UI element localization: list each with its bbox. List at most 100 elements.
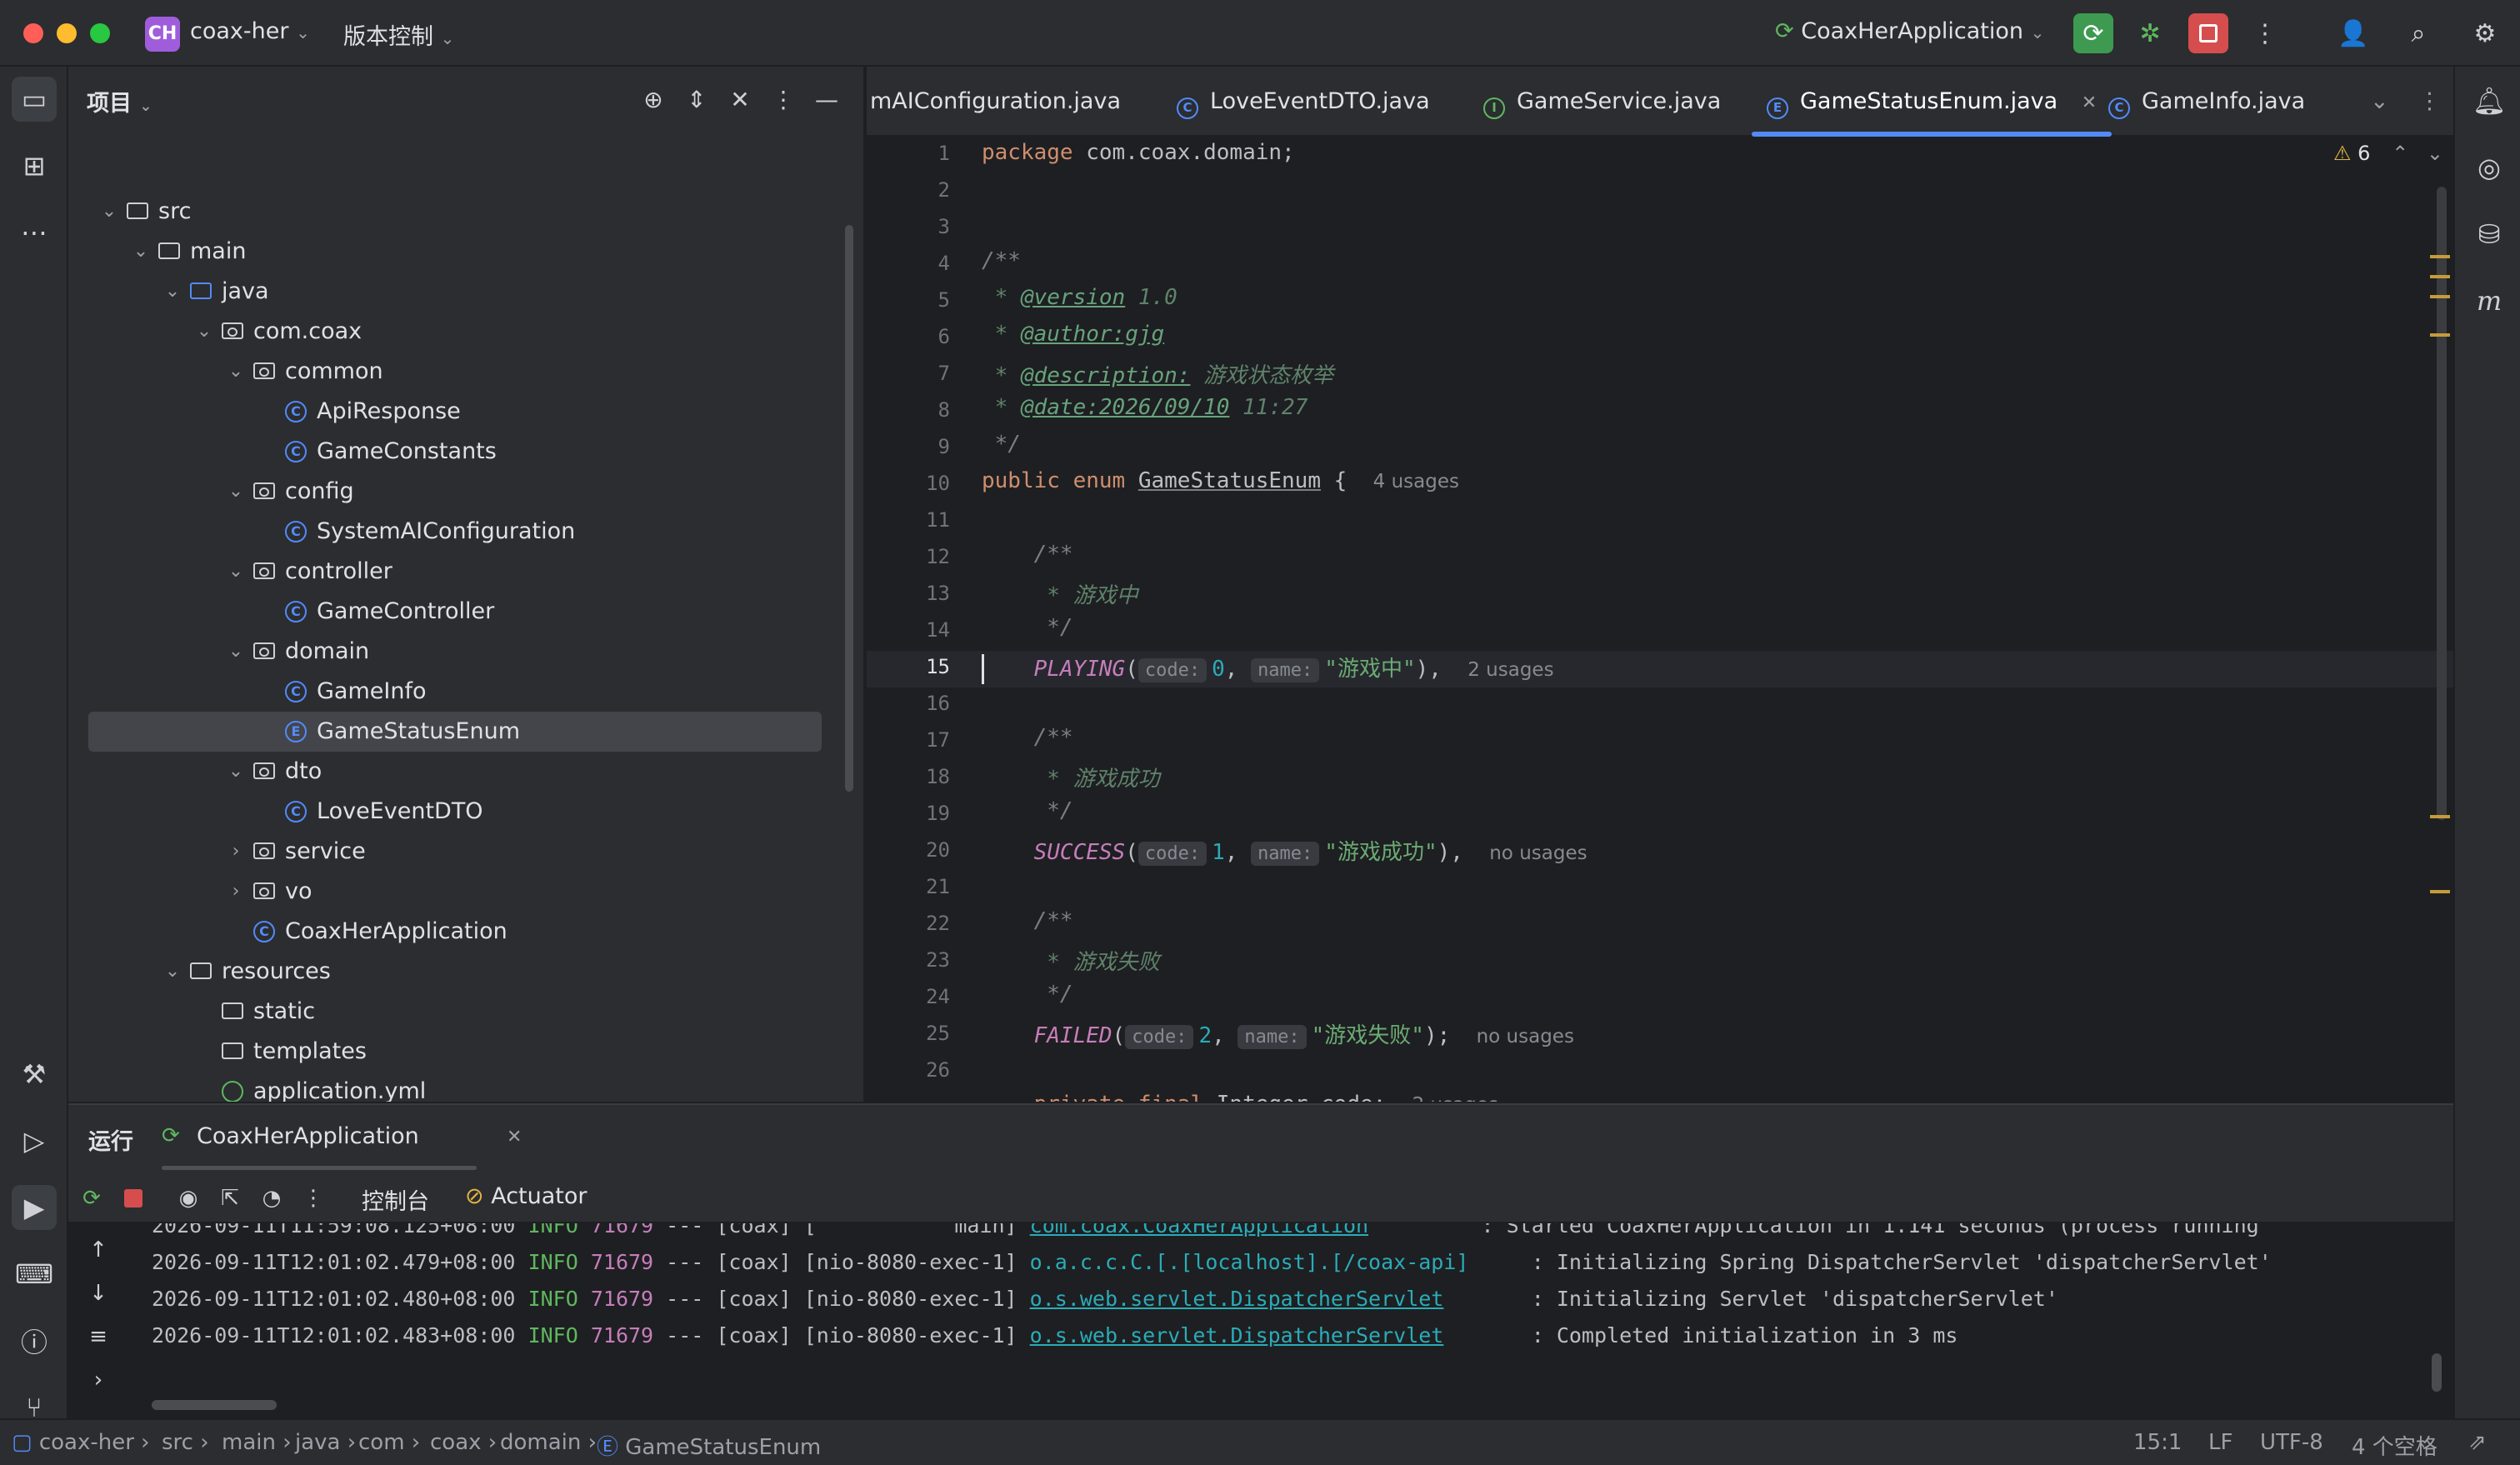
- chevron-down-icon[interactable]: ⌄: [160, 272, 185, 312]
- line-number[interactable]: 12: [892, 545, 950, 568]
- breadcrumb-item[interactable]: domain ›: [500, 1430, 597, 1455]
- line-number[interactable]: 8: [892, 398, 950, 422]
- file-encoding[interactable]: UTF-8: [2260, 1430, 2323, 1455]
- chevron-down-icon[interactable]: ⌄: [160, 952, 185, 992]
- line-number[interactable]: 15: [892, 655, 950, 678]
- code-editor[interactable]: 1 2 3 4 5 6 7 8 9 10 11 12 13 14 15 16 17 18 19 20 21 22 23 24 2…: [867, 137, 2453, 1102]
- close-tab-icon[interactable]: ✕: [2082, 92, 2097, 113]
- tree-item[interactable]: C GameConstants: [68, 432, 843, 472]
- line-number[interactable]: 19: [892, 802, 950, 825]
- close-x-icon[interactable]: ✕: [723, 83, 757, 117]
- project-switcher[interactable]: coax-her ⌄: [190, 18, 310, 44]
- minimize-icon[interactable]: —: [810, 83, 843, 117]
- line-number[interactable]: 18: [892, 765, 950, 788]
- tree-item[interactable]: ⌄ main: [68, 232, 843, 272]
- line-number[interactable]: 20: [892, 838, 950, 862]
- tab-console[interactable]: 控制台: [362, 1183, 429, 1216]
- terminal-icon[interactable]: ⌨: [12, 1252, 57, 1297]
- usages-hint[interactable]: 4 usages: [1373, 471, 1459, 492]
- chevron-down-icon[interactable]: ⌄: [128, 232, 153, 272]
- line-number[interactable]: 7: [892, 362, 950, 385]
- warning-marker[interactable]: [2430, 295, 2450, 298]
- usages-hint[interactable]: no usages: [1489, 842, 1587, 864]
- tree-item[interactable]: ⌄ domain: [68, 632, 843, 672]
- tab-actuator[interactable]: ⊘ Actuator: [465, 1183, 588, 1209]
- notifications-bell-icon[interactable]: 🔔︎: [2467, 78, 2512, 123]
- camera-snapshot-icon[interactable]: ◉: [170, 1180, 207, 1217]
- breadcrumb-item[interactable]: com ›: [358, 1430, 420, 1455]
- line-number[interactable]: 16: [892, 692, 950, 715]
- stop-icon[interactable]: [115, 1180, 152, 1217]
- line-number[interactable]: 25: [892, 1022, 950, 1045]
- line-number[interactable]: 23: [892, 948, 950, 972]
- caret-position[interactable]: 15:1: [2133, 1430, 2182, 1455]
- expand-collapse-icon[interactable]: ⇕: [680, 83, 713, 117]
- usages-hint[interactable]: 2 usages: [1412, 1094, 1498, 1102]
- tree-item[interactable]: C CoaxHerApplication: [68, 912, 843, 952]
- locate-crosshair-icon[interactable]: ⊕: [637, 83, 670, 117]
- window-minimize-button[interactable]: [57, 23, 77, 43]
- tree-item[interactable]: › service: [68, 832, 843, 872]
- tab-game-info[interactable]: C GameInfo.java: [2108, 67, 2305, 137]
- tree-item[interactable]: templates: [68, 1032, 843, 1072]
- close-tab-icon[interactable]: ✕: [507, 1127, 522, 1148]
- maven-icon[interactable]: m: [2467, 278, 2512, 323]
- window-maximize-button[interactable]: [90, 23, 110, 43]
- breadcrumb-item[interactable]: ▢ coax-her ›: [12, 1430, 150, 1455]
- tree-item[interactable]: ⌄ controller: [68, 552, 843, 592]
- search-icon[interactable]: ⌕: [2398, 13, 2438, 53]
- line-number[interactable]: 21: [892, 875, 950, 898]
- build-hammer-icon[interactable]: ⚒: [12, 1052, 57, 1097]
- lock-icon[interactable]: ⇗: [2468, 1430, 2487, 1455]
- more-vertical-icon[interactable]: ⋮: [767, 83, 800, 117]
- chevron-down-icon[interactable]: ⌄: [97, 192, 122, 232]
- line-number[interactable]: 17: [892, 728, 950, 752]
- tab-love-event-dto[interactable]: C LoveEventDTO.java: [1177, 67, 1430, 137]
- line-number[interactable]: 22: [892, 912, 950, 935]
- warning-marker[interactable]: [2430, 333, 2450, 337]
- problems-icon[interactable]: ⓘ: [12, 1318, 57, 1363]
- warning-marker[interactable]: [2430, 890, 2450, 893]
- ai-assistant-icon[interactable]: ◎: [2467, 145, 2512, 190]
- line-number[interactable]: 6: [892, 325, 950, 348]
- more-horizontal-icon[interactable]: ⋯: [12, 210, 57, 255]
- tree-item[interactable]: ⌄ config: [68, 472, 843, 512]
- warning-marker[interactable]: [2430, 815, 2450, 818]
- more-vertical-icon[interactable]: ⋮: [2418, 67, 2441, 137]
- more-vertical-icon[interactable]: ⋮: [2245, 13, 2285, 53]
- tree-item[interactable]: › vo: [68, 872, 843, 912]
- rerun-icon[interactable]: ⟳: [73, 1180, 110, 1217]
- usages-hint[interactable]: 2 usages: [1468, 659, 1553, 681]
- tree-item[interactable]: C ApiResponse: [68, 392, 843, 432]
- stop-icon[interactable]: [2188, 13, 2228, 53]
- tab-game-status-enum[interactable]: E GameStatusEnum.java ✕: [1750, 67, 2113, 137]
- settings-gear-icon[interactable]: ⚙: [2465, 13, 2505, 53]
- line-number[interactable]: 5: [892, 288, 950, 312]
- console-output[interactable]: 2026-09-11T11:59:08.125+08:00 INFO 71679…: [68, 1223, 2453, 1420]
- tree-item[interactable]: ⌄ resources: [68, 952, 843, 992]
- breadcrumb-item[interactable]: coax ›: [430, 1430, 497, 1455]
- chevron-up-icon[interactable]: ⌃: [2392, 142, 2408, 165]
- database-icon[interactable]: ⛁: [2467, 212, 2512, 257]
- services-icon[interactable]: ▷: [12, 1118, 57, 1163]
- add-user-icon[interactable]: 👤: [2333, 13, 2373, 53]
- console-horizontal-scrollbar[interactable]: [152, 1400, 277, 1410]
- breadcrumb-item[interactable]: main ›: [222, 1430, 292, 1455]
- chevron-down-icon[interactable]: ⌄: [2427, 142, 2443, 165]
- line-number[interactable]: 4: [892, 252, 950, 275]
- breadcrumb-item[interactable]: java ›: [295, 1430, 356, 1455]
- line-number[interactable]: 2: [892, 178, 950, 202]
- profiler-gauge-icon[interactable]: ◔: [253, 1180, 290, 1217]
- tree-item[interactable]: ⌄ com.coax: [68, 312, 843, 352]
- run-icon[interactable]: ▶: [12, 1185, 57, 1230]
- chevron-down-icon[interactable]: ⌄: [223, 632, 248, 672]
- tree-scrollbar[interactable]: [845, 225, 853, 792]
- restore-layout-icon[interactable]: ⇱: [212, 1180, 248, 1217]
- project-panel-header[interactable]: 项目 ⌄: [87, 85, 152, 118]
- tree-item[interactable]: static: [68, 992, 843, 1032]
- window-close-button[interactable]: [23, 23, 43, 43]
- tree-item[interactable]: ⌄ common: [68, 352, 843, 392]
- structure-icon[interactable]: ⊞: [12, 143, 57, 188]
- tree-item[interactable]: E GameStatusEnum: [88, 712, 822, 752]
- tab-game-service[interactable]: I GameService.java: [1483, 67, 1721, 137]
